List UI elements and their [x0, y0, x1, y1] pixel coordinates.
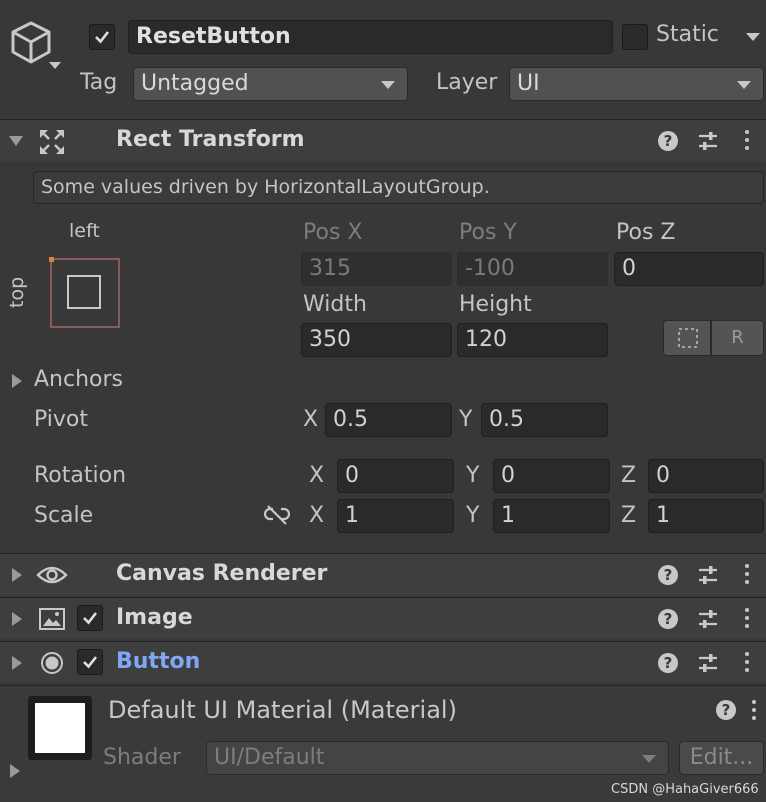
help-icon[interactable]: ?: [658, 609, 678, 629]
watermark-text: CSDN @HahaGiver666: [611, 782, 759, 797]
raw-edit-button[interactable]: R: [711, 320, 764, 356]
help-icon[interactable]: ?: [658, 131, 678, 151]
layer-label: Layer: [436, 70, 498, 95]
raw-edit-label: R: [731, 327, 744, 348]
rect-transform-title: Rect Transform: [116, 127, 305, 152]
pos-x-label: Pos X: [303, 220, 363, 245]
width-label: Width: [303, 292, 367, 317]
static-dropdown-arrow-icon[interactable]: [746, 33, 760, 41]
chevron-down-icon: [381, 81, 395, 89]
scale-z-label[interactable]: Z: [621, 503, 636, 528]
presets-icon[interactable]: [697, 130, 719, 152]
help-icon[interactable]: ?: [716, 700, 736, 720]
anchor-horizontal-label: left: [69, 220, 100, 242]
presets-icon[interactable]: [697, 652, 719, 674]
anchor-vertical-label: top: [6, 276, 28, 308]
blueprint-icon: [678, 328, 698, 348]
foldout-closed-icon[interactable]: [12, 612, 22, 626]
image-enabled-checkbox[interactable]: [77, 605, 103, 631]
button-header[interactable]: Button ?: [0, 641, 766, 683]
driven-info-box: Some values driven by HorizontalLayoutGr…: [33, 171, 764, 204]
edit-button-label: Edit...: [689, 745, 754, 770]
object-name-input[interactable]: ResetButton: [128, 20, 613, 54]
shader-dropdown: UI/Default: [206, 741, 669, 775]
scale-z-field[interactable]: 1: [648, 499, 764, 533]
rotation-x-label[interactable]: X: [309, 463, 324, 488]
material-preview-thumbnail[interactable]: [28, 696, 92, 760]
anchor-preset-button[interactable]: [49, 257, 121, 329]
anchors-label[interactable]: Anchors: [34, 367, 123, 392]
layer-dropdown[interactable]: UI: [509, 67, 764, 101]
presets-icon[interactable]: [697, 564, 719, 586]
help-icon[interactable]: ?: [658, 653, 678, 673]
more-options-icon[interactable]: [745, 130, 749, 154]
rotation-x-field[interactable]: 0: [337, 459, 454, 493]
rotation-y-label[interactable]: Y: [466, 463, 479, 488]
image-title: Image: [116, 605, 193, 630]
presets-icon[interactable]: [697, 608, 719, 630]
unlink-icon[interactable]: [263, 504, 291, 526]
rect-transform-header[interactable]: Rect Transform ?: [0, 119, 766, 161]
width-field[interactable]: 350: [301, 323, 452, 357]
help-icon[interactable]: ?: [658, 565, 678, 585]
edit-shader-button[interactable]: Edit...: [679, 741, 764, 775]
height-label: Height: [459, 292, 532, 317]
cube-icon[interactable]: [8, 20, 54, 66]
rotation-z-field[interactable]: 0: [648, 459, 764, 493]
scale-label: Scale: [34, 503, 94, 528]
static-checkbox[interactable]: [622, 24, 648, 50]
rotation-y-field[interactable]: 0: [493, 459, 610, 493]
pivot-label: Pivot: [34, 407, 89, 432]
pivot-x-label[interactable]: X: [303, 407, 318, 432]
rotation-label: Rotation: [34, 463, 127, 488]
tag-value: Untagged: [141, 71, 249, 96]
pivot-y-label[interactable]: Y: [459, 407, 472, 432]
pivot-y-field[interactable]: 0.5: [481, 403, 608, 437]
icon-dropdown-arrow-icon[interactable]: [49, 62, 61, 69]
scale-y-field[interactable]: 1: [493, 499, 610, 533]
button-enabled-checkbox[interactable]: [77, 649, 103, 675]
foldout-open-icon[interactable]: [9, 136, 23, 146]
image-header[interactable]: Image ?: [0, 597, 766, 639]
pos-y-label: Pos Y: [459, 220, 517, 245]
material-section: Default UI Material (Material) ? Shader …: [0, 685, 766, 802]
canvas-renderer-title: Canvas Renderer: [116, 561, 328, 586]
button-title: Button: [116, 649, 201, 674]
height-field[interactable]: 120: [457, 323, 608, 357]
image-icon: [39, 608, 65, 630]
scale-x-field[interactable]: 1: [337, 499, 454, 533]
chevron-down-icon: [642, 755, 656, 763]
shader-label: Shader: [103, 745, 181, 770]
shader-value: UI/Default: [214, 745, 325, 770]
driven-info-text: Some values driven by HorizontalLayoutGr…: [41, 176, 490, 198]
pos-z-field[interactable]: 0: [614, 252, 764, 286]
material-foldout-icon[interactable]: [10, 764, 20, 778]
pivot-x-field[interactable]: 0.5: [325, 403, 452, 437]
rotation-z-label[interactable]: Z: [621, 463, 636, 488]
rect-transform-icon: [38, 128, 66, 156]
static-label: Static: [656, 22, 719, 47]
more-options-icon[interactable]: [745, 564, 749, 588]
layer-value: UI: [517, 71, 540, 96]
chevron-down-icon: [737, 81, 751, 89]
tag-label: Tag: [80, 70, 118, 95]
more-options-icon[interactable]: [745, 608, 749, 632]
more-options-icon[interactable]: [745, 652, 749, 676]
eye-icon: [36, 566, 68, 584]
more-options-icon[interactable]: [752, 700, 756, 724]
blueprint-mode-button[interactable]: [663, 320, 711, 356]
anchors-foldout-icon[interactable]: [12, 374, 22, 388]
active-checkbox[interactable]: [89, 24, 115, 50]
pos-x-field: 315: [301, 252, 452, 286]
tag-dropdown[interactable]: Untagged: [133, 67, 408, 101]
pos-z-label: Pos Z: [616, 220, 676, 245]
scale-x-label[interactable]: X: [309, 503, 324, 528]
foldout-closed-icon[interactable]: [12, 656, 22, 670]
pos-y-field: -100: [457, 252, 608, 286]
button-component-icon: [41, 652, 63, 674]
scale-y-label[interactable]: Y: [466, 503, 479, 528]
canvas-renderer-header[interactable]: Canvas Renderer ?: [0, 553, 766, 595]
material-name: Default UI Material (Material): [108, 696, 457, 724]
foldout-closed-icon[interactable]: [12, 568, 22, 582]
